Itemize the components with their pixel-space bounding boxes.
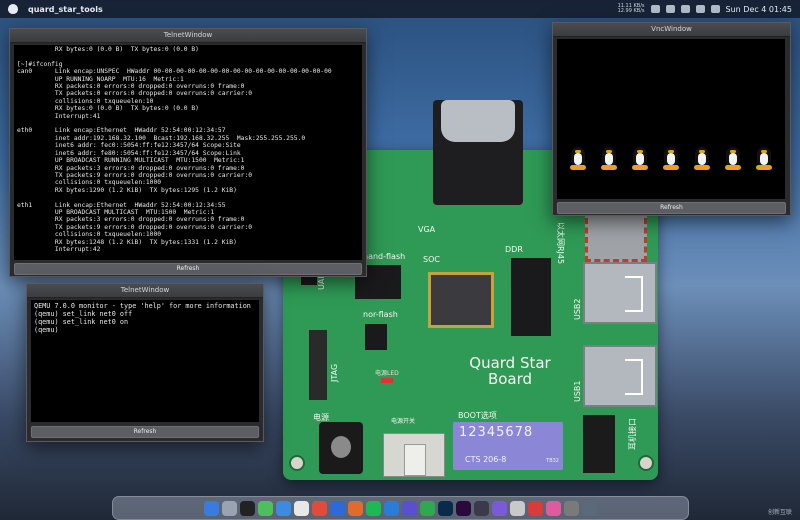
boot-dip-switch[interactable]: 12345678 CTS 206-8 TB32 xyxy=(453,422,563,470)
tux-penguin-icon xyxy=(631,145,649,171)
apple-logo-icon[interactable] xyxy=(8,4,18,14)
active-app-name[interactable]: quard_star_tools xyxy=(28,5,103,14)
telnet-window-bottom[interactable]: TelnetWindow QEMU 7.0.0 monitor - type '… xyxy=(26,283,264,442)
power-led xyxy=(381,378,393,383)
refresh-button[interactable]: Refresh xyxy=(31,426,259,438)
mail-icon[interactable] xyxy=(276,500,291,516)
menu-bar: quard_star_tools 11.11 KB/s 12.99 KB/s S… xyxy=(0,0,800,18)
nor-flash-chip xyxy=(365,324,387,350)
edge-icon[interactable] xyxy=(330,500,345,516)
app-icon[interactable] xyxy=(492,500,507,516)
app-icon[interactable] xyxy=(546,500,561,516)
messages-icon[interactable] xyxy=(258,500,273,516)
calendar-icon[interactable] xyxy=(294,500,309,516)
wifi-icon[interactable] xyxy=(680,5,690,13)
mount-hole xyxy=(289,455,305,471)
window-title[interactable]: VncWindow xyxy=(553,23,790,37)
label-usb2: USB2 xyxy=(573,298,582,320)
label-soc: SOC xyxy=(423,255,440,264)
window-title[interactable]: TelnetWindow xyxy=(10,29,366,43)
menu-clock[interactable]: Sun Dec 4 01:45 xyxy=(726,5,792,14)
tux-penguin-icon xyxy=(569,145,587,171)
tux-penguin-icon xyxy=(600,145,618,171)
terminal-output[interactable]: QEMU 7.0.0 monitor - type 'help' for mor… xyxy=(31,300,259,422)
mount-hole xyxy=(638,455,654,471)
control-center-icon[interactable] xyxy=(710,5,720,13)
label-usb1: USB1 xyxy=(573,380,582,402)
vga-connector[interactable] xyxy=(433,100,523,205)
jtag-header[interactable] xyxy=(309,330,327,400)
dock xyxy=(112,496,689,520)
usb1-port[interactable] xyxy=(583,345,657,407)
power-jack[interactable] xyxy=(319,422,363,474)
xcode-icon[interactable] xyxy=(402,500,417,516)
usb2-port[interactable] xyxy=(583,262,657,324)
dip-model-small: TB32 xyxy=(546,458,559,464)
app-icon[interactable] xyxy=(510,500,525,516)
qt-icon[interactable] xyxy=(420,500,435,516)
label-ear: 耳机接口 xyxy=(628,418,637,450)
launchpad-icon[interactable] xyxy=(222,500,237,516)
power-switch[interactable] xyxy=(383,433,445,477)
board-title: Quard Star Board xyxy=(469,354,551,388)
headphone-jack[interactable] xyxy=(583,415,615,473)
terminal-output[interactable]: RX bytes:0 (0.0 B) TX bytes:0 (0.0 B) [~… xyxy=(14,45,362,260)
network-speed: 11.11 KB/s 12.99 KB/s xyxy=(617,3,645,14)
premiere-icon[interactable] xyxy=(456,500,471,516)
battery-icon[interactable] xyxy=(665,5,675,13)
tux-penguin-icon xyxy=(724,145,742,171)
window-title[interactable]: TelnetWindow xyxy=(27,284,263,298)
ddr-chip xyxy=(511,258,551,336)
soc-chip xyxy=(428,272,494,328)
vnc-screen[interactable] xyxy=(557,39,785,199)
dip-model: CTS 206-8 xyxy=(465,455,507,464)
chrome-icon[interactable] xyxy=(312,500,327,516)
label-nor: nor-flash xyxy=(363,310,398,319)
finder-icon[interactable] xyxy=(204,500,219,516)
tux-penguin-icon xyxy=(693,145,711,171)
label-ddr: DDR xyxy=(505,245,523,254)
refresh-button[interactable]: Refresh xyxy=(14,263,362,275)
photoshop-icon[interactable] xyxy=(438,500,453,516)
label-power-led: 电源LED xyxy=(375,370,399,377)
telnet-window-top[interactable]: TelnetWindow RX bytes:0 (0.0 B) TX bytes… xyxy=(9,28,367,277)
label-eth-port: 以太网RJ45 xyxy=(556,222,565,265)
cpu-icon[interactable] xyxy=(650,5,660,13)
gmail-icon[interactable] xyxy=(528,500,543,516)
vscode-icon[interactable] xyxy=(384,500,399,516)
label-boot: BOOT选项 xyxy=(458,411,497,420)
firefox-icon[interactable] xyxy=(348,500,363,516)
watermark: 创新互联 xyxy=(767,509,792,516)
app-icon[interactable] xyxy=(564,500,579,516)
label-nand: nand-flash xyxy=(363,252,406,261)
dip-numbers: 12345678 xyxy=(459,425,534,440)
app-icon[interactable] xyxy=(474,500,489,516)
trash-icon[interactable] xyxy=(582,500,597,516)
tux-penguin-icon xyxy=(662,145,680,171)
label-jtag: JTAG xyxy=(330,363,339,382)
spotify-icon[interactable] xyxy=(366,500,381,516)
vga-metal-shell xyxy=(441,100,515,142)
terminal-icon[interactable] xyxy=(240,500,255,516)
vnc-window[interactable]: VncWindow Refresh xyxy=(552,22,791,216)
label-switch: 电源开关 xyxy=(391,418,416,425)
refresh-button[interactable]: Refresh xyxy=(557,202,786,214)
search-icon[interactable] xyxy=(695,5,705,13)
label-vga: VGA xyxy=(418,225,436,234)
tux-penguin-icon xyxy=(755,145,773,171)
